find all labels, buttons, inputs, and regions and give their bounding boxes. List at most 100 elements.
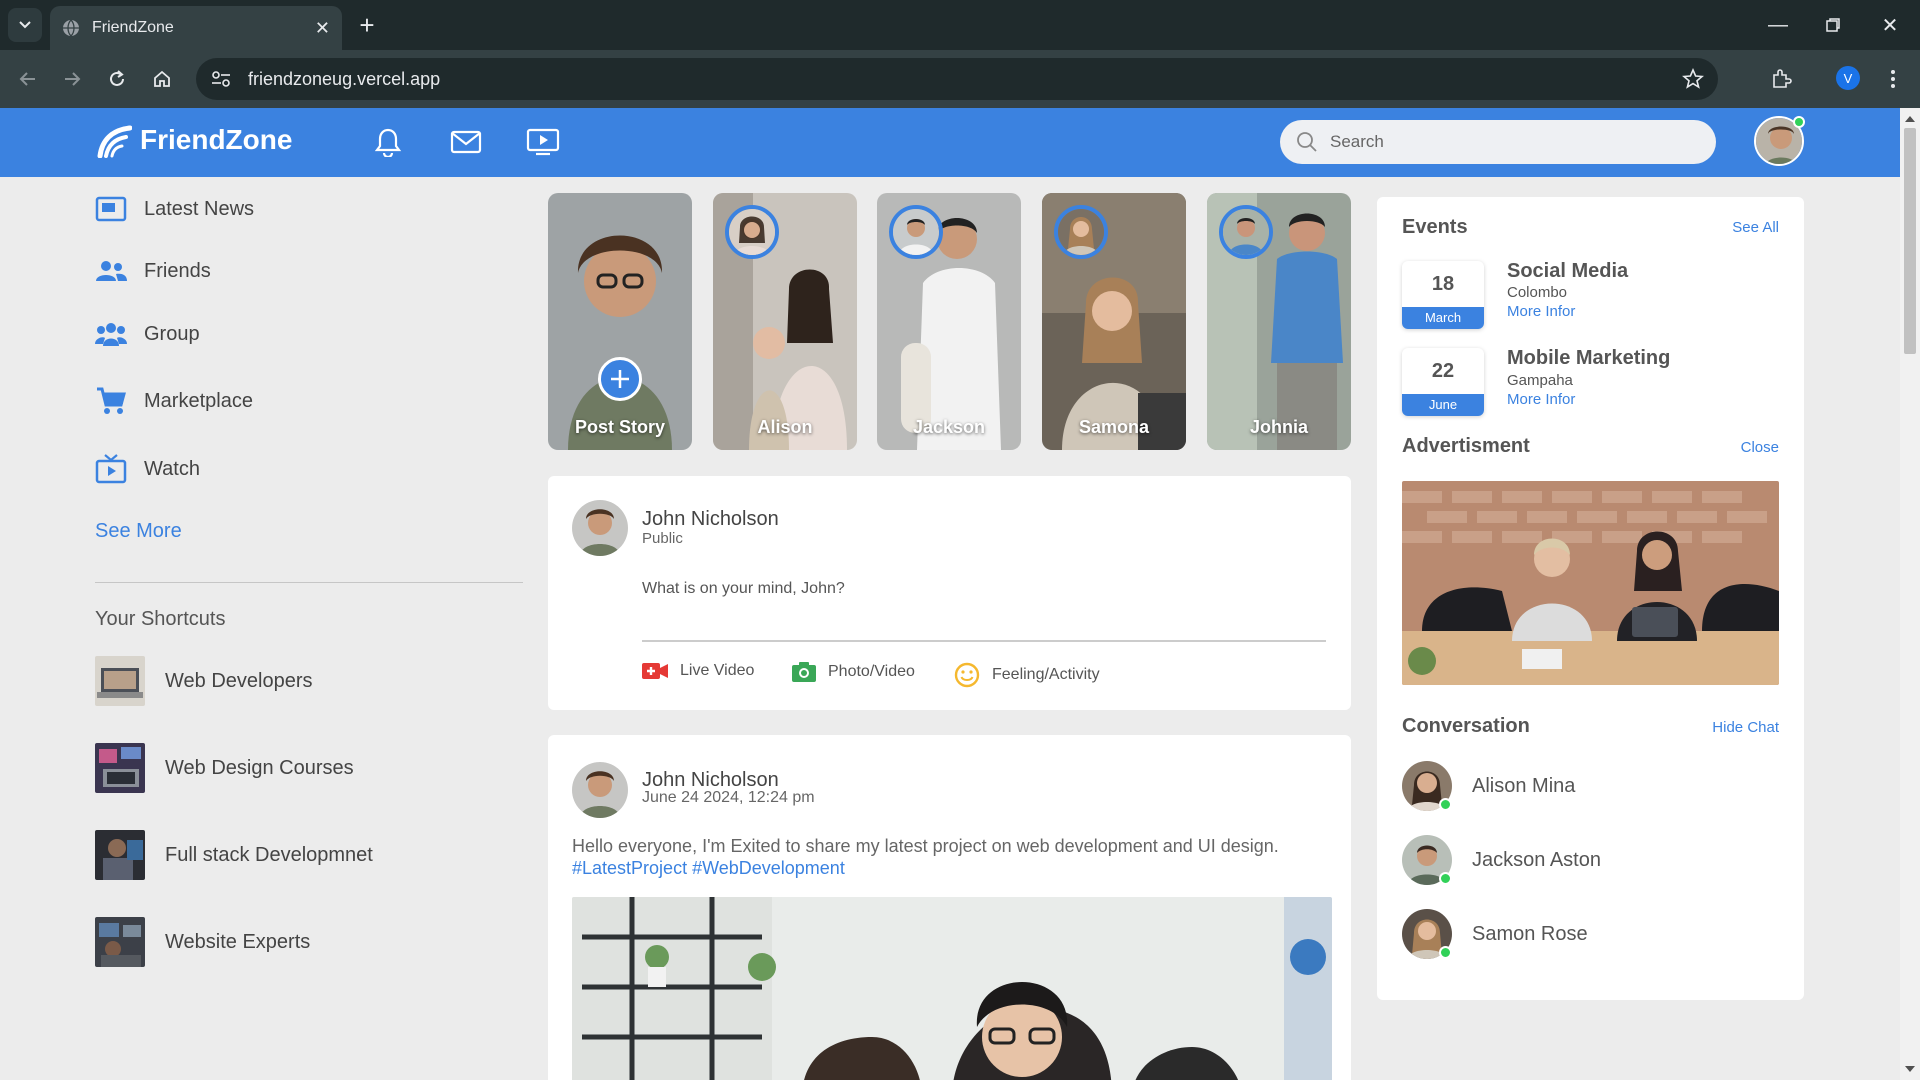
sidebar-item-marketplace[interactable]: Marketplace [94, 384, 253, 418]
close-ad-link[interactable]: Close [1741, 439, 1779, 456]
see-more-link[interactable]: See More [95, 520, 182, 543]
conversation-item[interactable]: Alison Mina [1402, 761, 1575, 811]
watch-video-icon[interactable] [523, 122, 563, 162]
live-video-button[interactable]: Live Video [642, 662, 754, 680]
feeling-activity-button[interactable]: Feeling/Activity [954, 662, 1100, 688]
browser-tabbar: FriendZone ✕ + — ✕ [0, 0, 1920, 50]
composer-avatar[interactable] [572, 500, 628, 556]
sidebar-item-label: Friends [144, 259, 211, 282]
home-icon[interactable] [147, 64, 177, 94]
post-author-avatar[interactable] [572, 762, 628, 818]
story-name: Alison [757, 417, 813, 437]
post-text: Hello everyone, I'm Exited to share my l… [572, 836, 1279, 856]
search-input[interactable] [1330, 132, 1690, 152]
sidebar-item-latest-news[interactable]: Latest News [94, 192, 254, 226]
conversation-heading: Conversation [1402, 715, 1530, 737]
sidebar-item-label: Latest News [144, 197, 255, 220]
browser-toolbar: friendzoneug.vercel.app V [0, 50, 1920, 108]
url-text: friendzoneug.vercel.app [248, 68, 441, 89]
tv-icon [94, 452, 128, 486]
event-more-info-link[interactable]: More Infor [1507, 391, 1575, 408]
messages-mail-icon[interactable] [446, 122, 486, 162]
online-status-dot [1439, 798, 1452, 811]
post-photo [572, 897, 1332, 1080]
camera-icon [792, 662, 816, 682]
event-title[interactable]: Mobile Marketing [1507, 347, 1670, 370]
contact-name: Alison Mina [1472, 774, 1576, 797]
sidebar-item-friends[interactable]: Friends [94, 254, 211, 288]
event-date-badge: 18 March [1402, 261, 1484, 329]
tab-title: FriendZone [92, 19, 174, 36]
shortcut-full-stack[interactable]: Full stack Developmnet [95, 830, 373, 880]
address-bar[interactable]: friendzoneug.vercel.app [196, 58, 1718, 100]
composer-user-name[interactable]: John Nicholson [642, 508, 779, 531]
see-all-events-link[interactable]: See All [1732, 219, 1779, 236]
composer-input[interactable]: What is on your mind, John? [642, 580, 845, 598]
page-scrollbar[interactable] [1900, 108, 1920, 1080]
back-arrow-icon[interactable] [13, 64, 43, 94]
add-story-button[interactable] [598, 357, 642, 401]
scroll-down-arrow-icon[interactable] [1905, 1066, 1915, 1072]
restore-icon[interactable] [1813, 10, 1853, 40]
sidebar-item-group[interactable]: Group [94, 317, 200, 351]
shortcut-web-developers[interactable]: Web Developers [95, 656, 312, 706]
browser-tab[interactable]: FriendZone ✕ [50, 6, 342, 50]
shortcut-thumbnail [95, 656, 145, 706]
event-more-info-link[interactable]: More Infor [1507, 303, 1575, 320]
new-tab-button[interactable]: + [352, 10, 382, 40]
group-icon [94, 317, 128, 351]
story-johnia[interactable]: Johnia [1207, 193, 1351, 450]
shortcut-thumbnail [95, 830, 145, 880]
story-alison[interactable]: Alison [713, 193, 857, 450]
post-image[interactable] [572, 897, 1332, 1080]
scroll-up-arrow-icon[interactable] [1905, 116, 1915, 122]
photo-video-button[interactable]: Photo/Video [792, 662, 915, 682]
shortcut-web-design-courses[interactable]: Web Design Courses [95, 743, 354, 793]
live-video-icon [642, 662, 668, 680]
browser-profile-avatar[interactable]: V [1836, 66, 1860, 90]
advertisement-image[interactable] [1402, 481, 1779, 685]
close-tab-icon[interactable]: ✕ [315, 18, 330, 39]
reload-icon[interactable] [102, 64, 132, 94]
browser-menu-icon[interactable] [1878, 64, 1908, 94]
event-month: March [1402, 307, 1484, 329]
story-post-story[interactable]: Post Story [548, 193, 692, 450]
story-avatar [1054, 205, 1108, 259]
shortcut-label: Web Design Courses [165, 756, 354, 779]
post-timestamp: June 24 2024, 12:24 pm [642, 789, 815, 806]
story-name: Samona [1078, 417, 1150, 437]
scroll-thumb[interactable] [1904, 128, 1916, 354]
notifications-bell-icon[interactable] [368, 122, 408, 162]
brand-logo[interactable]: FriendZone [96, 122, 292, 158]
story-avatar [889, 205, 943, 259]
post-hashtags[interactable]: #LatestProject #WebDevelopment [572, 858, 845, 878]
conversation-item[interactable]: Samon Rose [1402, 909, 1588, 959]
contact-avatar [1402, 761, 1452, 811]
story-samona[interactable]: Samona [1042, 193, 1186, 450]
sidebar-item-watch[interactable]: Watch [94, 452, 200, 486]
feed-post: John Nicholson June 24 2024, 12:24 pm He… [548, 735, 1351, 1080]
hide-chat-link[interactable]: Hide Chat [1712, 719, 1779, 736]
shortcuts-heading: Your Shortcuts [95, 608, 226, 630]
extensions-icon[interactable] [1766, 64, 1796, 94]
event-location: Gampaha [1507, 372, 1573, 389]
minimize-icon[interactable]: — [1758, 10, 1798, 40]
conversation-item[interactable]: Jackson Aston [1402, 835, 1601, 885]
event-location: Colombo [1507, 284, 1568, 301]
story-name: Johnia [1249, 417, 1308, 437]
close-window-icon[interactable]: ✕ [1870, 10, 1910, 40]
shortcut-website-experts[interactable]: Website Experts [95, 917, 310, 967]
post-body: Hello everyone, I'm Exited to share my l… [572, 835, 1332, 879]
story-jackson[interactable]: Jackson [877, 193, 1021, 450]
forward-arrow-icon[interactable] [57, 64, 87, 94]
search-bar[interactable] [1280, 120, 1716, 164]
contact-avatar [1402, 835, 1452, 885]
tab-search-button[interactable] [8, 8, 42, 42]
contact-name: Samon Rose [1472, 922, 1588, 945]
site-settings-icon[interactable] [210, 68, 232, 90]
brand-name: FriendZone [140, 124, 293, 155]
shortcut-label: Website Experts [165, 930, 311, 953]
event-title[interactable]: Social Media [1507, 260, 1628, 283]
story-name: Post Story [574, 417, 666, 437]
bookmark-star-icon[interactable] [1682, 68, 1704, 90]
